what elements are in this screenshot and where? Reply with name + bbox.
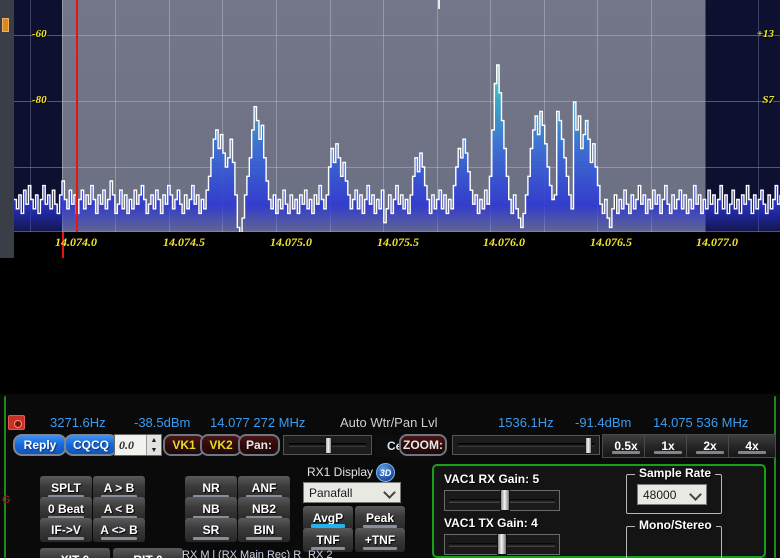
pan-slider-thumb[interactable] — [325, 436, 332, 454]
zoom-slider-track — [458, 443, 594, 447]
orange-indicator-icon — [2, 18, 9, 32]
spinner-down-icon[interactable]: ▼ — [147, 445, 161, 455]
main-toolbar: Reply CQCQ 0.0 ▲ ▼ VK1 VK2 Pan: Center Z… — [0, 434, 780, 460]
rx2-label: RX 2 — [308, 549, 333, 558]
readout-row: 3271.6Hz -38.5dBm 14.077 272 MHz Auto Wt… — [10, 414, 772, 433]
freq-tick-label: 14.075.5 — [377, 235, 419, 249]
window-left-chrome — [0, 0, 14, 258]
pan-button[interactable]: Pan: — [238, 434, 280, 456]
three-d-badge-icon[interactable]: 3D — [376, 463, 395, 482]
console-left-border — [4, 396, 6, 558]
panadapter-display[interactable]: -60 -80 +13 S7 — [14, 0, 780, 232]
xit-button[interactable]: XIT 0 — [40, 548, 110, 558]
sdr-application-window: -60 -80 +13 S7 14.074.0 14.074.5 14.075.… — [0, 0, 780, 558]
sr-button[interactable]: SR — [185, 518, 237, 542]
zoom-slider-thumb[interactable] — [585, 436, 592, 454]
clipped-bottom-row: XIT 0 RIT 0 RX M l (RX Main Rec) R RX 2 — [0, 546, 780, 558]
vac1-rx-gain-label: VAC1 RX Gain: 5 — [444, 472, 540, 486]
frequency-scale[interactable]: 14.074.0 14.074.5 14.075.0 14.075.5 14.0… — [14, 232, 780, 258]
avgp-button[interactable]: AvgP — [303, 506, 353, 530]
if-to-vfo-button[interactable]: IF->V — [40, 518, 92, 542]
vk2-button[interactable]: VK2 — [200, 434, 242, 456]
bin-button[interactable]: BIN — [238, 518, 290, 542]
rx2-frequency-readout: 14.075 536 MHz — [653, 415, 749, 430]
sample-rate-legend: Sample Rate — [635, 466, 716, 480]
vk1-button[interactable]: VK1 — [163, 434, 205, 456]
sample-rate-select[interactable]: 48000 — [637, 484, 707, 505]
console-edge-letter: G — [2, 494, 11, 506]
spinner-up-icon[interactable]: ▲ — [147, 435, 161, 445]
zoom-4x-button[interactable]: 4x — [728, 434, 776, 458]
rx-meter-label: RX M l (RX Main Rec) R — [182, 549, 302, 558]
spectrum-trace — [14, 64, 780, 232]
vac1-rx-gain-thumb[interactable] — [500, 489, 510, 511]
rit-button[interactable]: RIT 0 — [113, 548, 183, 558]
freq-tick-label: 14.076.5 — [590, 235, 632, 249]
chevron-down-icon — [385, 487, 394, 496]
reply-button[interactable]: Reply — [13, 434, 67, 456]
freq-tick-label: 14.074.0 — [55, 235, 97, 249]
freq-tick-label: 14.074.5 — [163, 235, 205, 249]
cqcq-button[interactable]: CQCQ — [64, 434, 118, 456]
vac1-rx-gain-slider[interactable] — [444, 489, 560, 511]
freq-tick-label: 14.076.0 — [483, 235, 525, 249]
rx1-frequency-readout: 14.077 272 MHz — [210, 415, 306, 430]
pan-slider[interactable] — [283, 435, 372, 455]
offset-spinner-value: 0.0 — [119, 437, 134, 452]
zoom-1x-button[interactable]: 1x — [644, 434, 692, 458]
vac1-tx-gain-label: VAC1 TX Gain: 4 — [444, 516, 538, 530]
display-mode-value: Panafall — [309, 485, 353, 500]
freq-tick-label: 14.077.0 — [696, 235, 738, 249]
console-right-border — [774, 396, 776, 558]
spinner-arrows[interactable]: ▲ ▼ — [146, 435, 161, 455]
vac1-group: VAC1 RX Gain: 5 VAC1 TX Gain: 4 Sample R… — [432, 464, 766, 558]
mono-stereo-legend: Mono/Stereo — [635, 518, 716, 532]
zoom-2x-button[interactable]: 2x — [686, 434, 734, 458]
rx1-level-readout: -38.5dBm — [134, 415, 191, 430]
zoom-button[interactable]: ZOOM: — [399, 434, 447, 456]
offset-spinner[interactable]: 0.0 ▲ ▼ — [114, 434, 162, 456]
chevron-down-icon — [691, 489, 700, 498]
rx2-pitch-readout: 1536.1Hz — [498, 415, 554, 430]
tuning-cursor-line[interactable] — [76, 0, 78, 232]
zoom-slider[interactable] — [452, 435, 600, 455]
rx1-display-title: RX1 Display — [307, 465, 374, 479]
freq-tick-label: 14.075.0 — [270, 235, 312, 249]
a-swap-b-button[interactable]: A <> B — [93, 518, 145, 542]
zoom-0_5x-button[interactable]: 0.5x — [602, 434, 650, 458]
sample-rate-value: 48000 — [643, 487, 677, 502]
sample-rate-fieldset: Sample Rate 48000 — [626, 466, 722, 514]
auto-level-label: Auto Wtr/Pan Lvl — [340, 415, 438, 430]
waterfall-display[interactable] — [14, 258, 780, 394]
display-mode-select[interactable]: Panafall — [303, 482, 401, 503]
tune-marker-tick — [438, 0, 440, 9]
rx2-level-readout: -91.4dBm — [575, 415, 632, 430]
peak-button[interactable]: Peak — [355, 506, 405, 530]
rx1-pitch-readout: 3271.6Hz — [50, 415, 106, 430]
